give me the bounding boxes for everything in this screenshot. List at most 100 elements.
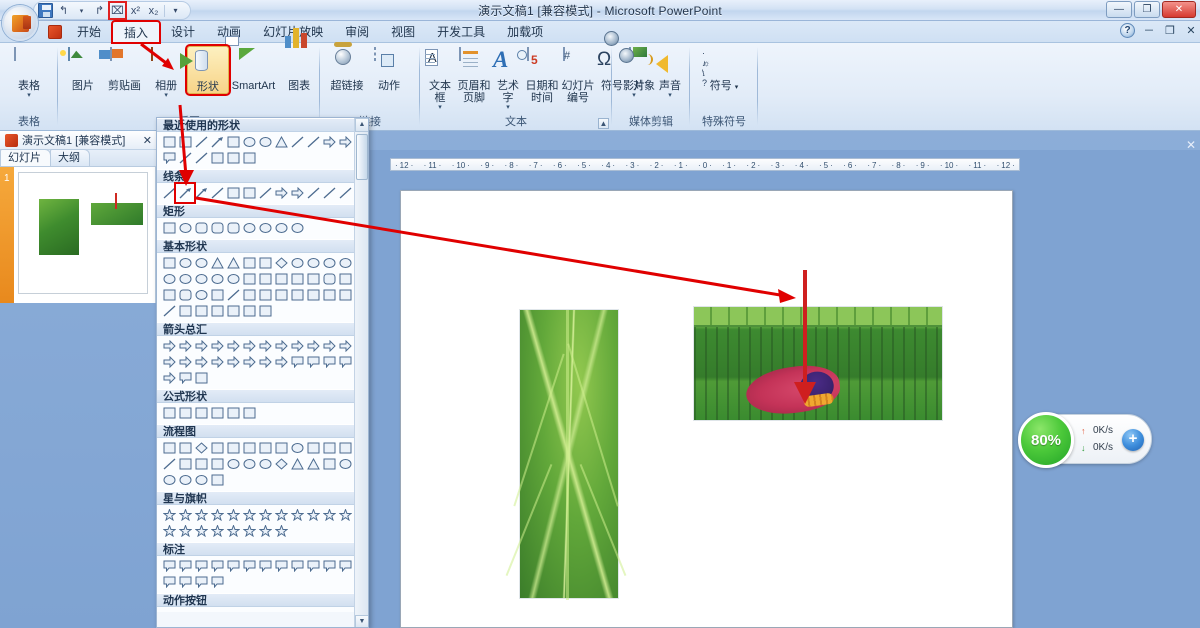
shape-curved-connector[interactable] <box>257 185 273 201</box>
shape-l-shape[interactable] <box>273 271 289 287</box>
textbox-dropdown-icon[interactable]: ▾ <box>438 104 442 111</box>
insert-textbox-button[interactable]: A 文本框 ▾ <box>424 46 456 111</box>
shape-down-arrow[interactable] <box>209 338 225 354</box>
insert-special-symbol-button[interactable]: · ☼ \ ♪ ː ? 符号 ▾ <box>699 46 749 94</box>
shape-left-arrow-callout[interactable] <box>321 354 337 370</box>
shape-line-arrow[interactable] <box>209 134 225 150</box>
shape-flow-sort[interactable] <box>273 456 289 472</box>
superscript-icon[interactable]: x² <box>128 3 143 18</box>
movie-dropdown-icon[interactable]: ▾ <box>632 92 636 99</box>
shape-curved-down-arrow[interactable] <box>209 354 225 370</box>
shape-oval-callout[interactable] <box>193 558 209 574</box>
shape-arc[interactable] <box>305 185 321 201</box>
scroll-up-icon[interactable]: ▲ <box>355 118 368 132</box>
shape-striped-right-arrow[interactable] <box>225 354 241 370</box>
shape-chevron-up[interactable] <box>209 150 225 166</box>
shape-star-16[interactable] <box>305 507 321 523</box>
shape-pentagon-arrow[interactable] <box>257 354 273 370</box>
shape-elbow-arrow-connector[interactable] <box>305 134 321 150</box>
shape-multiply-sign[interactable] <box>193 405 209 421</box>
shape-up-arrow[interactable] <box>193 338 209 354</box>
restore-button[interactable]: ❐ <box>1134 1 1160 18</box>
shape-moon[interactable] <box>321 287 337 303</box>
slide-canvas[interactable] <box>400 190 1013 628</box>
shape-cross-arrow[interactable] <box>161 370 177 386</box>
shape-heart[interactable] <box>273 287 289 303</box>
shape-left-bracket[interactable] <box>177 303 193 319</box>
shape-flow-direct-access[interactable] <box>193 472 209 488</box>
shape-isosceles-triangle[interactable] <box>273 134 289 150</box>
office-button[interactable] <box>2 5 38 41</box>
shape-down-arrow-callout[interactable] <box>305 354 321 370</box>
shape-cross[interactable] <box>305 271 321 287</box>
shape-flow-summing-junction[interactable] <box>225 456 241 472</box>
shape-equal-sign[interactable] <box>225 405 241 421</box>
shape-right-bracket[interactable] <box>209 303 225 319</box>
shape-flow-or[interactable] <box>241 456 257 472</box>
shape-line[interactable] <box>193 134 209 150</box>
shape-callout-no-border-2[interactable] <box>177 574 193 590</box>
shape-elbow-double-arrow[interactable] <box>241 185 257 201</box>
tab-slides[interactable]: 幻灯片 <box>0 149 51 166</box>
shape-circular-arrow[interactable] <box>193 370 209 386</box>
shape-star-10[interactable] <box>273 507 289 523</box>
shape-lightning-bolt[interactable] <box>289 287 305 303</box>
shape-rounded-rectangle[interactable] <box>257 134 273 150</box>
shape-folded-corner[interactable] <box>241 287 257 303</box>
shapes-gallery-scrollbar[interactable]: ▲ ▼ <box>354 118 368 627</box>
shape-rounded-rectangle[interactable] <box>177 220 193 236</box>
shape-half-frame[interactable] <box>257 271 273 287</box>
shape-scribble[interactable] <box>337 185 353 201</box>
insert-shapes-button[interactable]: 形状 <box>179 44 231 96</box>
shape-right-arrow[interactable] <box>321 134 337 150</box>
shape-snip-diagonal[interactable] <box>225 220 241 236</box>
shape-line-callout-4[interactable] <box>273 558 289 574</box>
widget-add-button[interactable]: + <box>1122 429 1144 451</box>
shape-hexagon[interactable] <box>305 255 321 271</box>
shape-snip-same-side[interactable] <box>209 220 225 236</box>
insert-smartart-button[interactable]: SmartArt <box>224 36 279 92</box>
shape-vertical-scroll[interactable] <box>225 523 241 539</box>
shape-arc[interactable] <box>193 150 209 166</box>
shape-octagon[interactable] <box>337 255 353 271</box>
subscript-icon[interactable]: x₂ <box>146 3 161 18</box>
shape-decagon[interactable] <box>161 271 177 287</box>
shape-flow-preparation[interactable] <box>305 440 321 456</box>
save-icon[interactable] <box>38 3 53 18</box>
shape-bevel[interactable] <box>177 287 193 303</box>
shape-heptagon[interactable] <box>321 255 337 271</box>
shape-snip-round-single[interactable] <box>241 220 257 236</box>
shape-callout-no-border-4[interactable] <box>209 574 225 590</box>
shape-flow-terminator[interactable] <box>289 440 305 456</box>
leaf-macro-photo[interactable] <box>505 309 627 600</box>
shape-arc[interactable] <box>161 303 177 319</box>
shape-right-arrow[interactable] <box>161 338 177 354</box>
shape-line-callout-accent-1[interactable] <box>289 558 305 574</box>
shape-plus-sign[interactable] <box>161 405 177 421</box>
shape-flow-punched-tape[interactable] <box>209 456 225 472</box>
insert-header-footer-button[interactable]: 页眉和页脚 <box>456 46 492 104</box>
slide-thumbnail-pane[interactable]: 1 <box>0 167 156 303</box>
insert-chart-button[interactable]: 图表 <box>278 28 320 92</box>
shape-freeform[interactable] <box>177 150 193 166</box>
shape-right-arrow-callout[interactable] <box>289 354 305 370</box>
shape-cloud-callout[interactable] <box>209 558 225 574</box>
shape-division-sign[interactable] <box>209 405 225 421</box>
shape-line-callout-accent-4[interactable] <box>337 558 353 574</box>
special-symbol-dropdown-icon[interactable]: ▾ <box>735 84 739 91</box>
shape-trapezoid[interactable] <box>257 255 273 271</box>
shape-flow-offpage[interactable] <box>177 456 193 472</box>
shape-line-callout-2[interactable] <box>241 558 257 574</box>
shape-cloud-callout[interactable] <box>161 150 177 166</box>
shape-double-wave[interactable] <box>273 523 289 539</box>
shape-curved-down-ribbon[interactable] <box>209 523 225 539</box>
minimize-button[interactable]: — <box>1106 1 1132 18</box>
shape-rounded-rect-text[interactable] <box>177 255 193 271</box>
doc-close-button[interactable]: ✕ <box>1184 24 1198 37</box>
shape-curved-left-arrow[interactable] <box>177 354 193 370</box>
shape-block-arc[interactable] <box>225 287 241 303</box>
shape-line-callout-accent-3[interactable] <box>321 558 337 574</box>
shape-down-arrow[interactable] <box>337 134 353 150</box>
shape-flow-document[interactable] <box>257 440 273 456</box>
shape-right-triangle[interactable] <box>225 255 241 271</box>
